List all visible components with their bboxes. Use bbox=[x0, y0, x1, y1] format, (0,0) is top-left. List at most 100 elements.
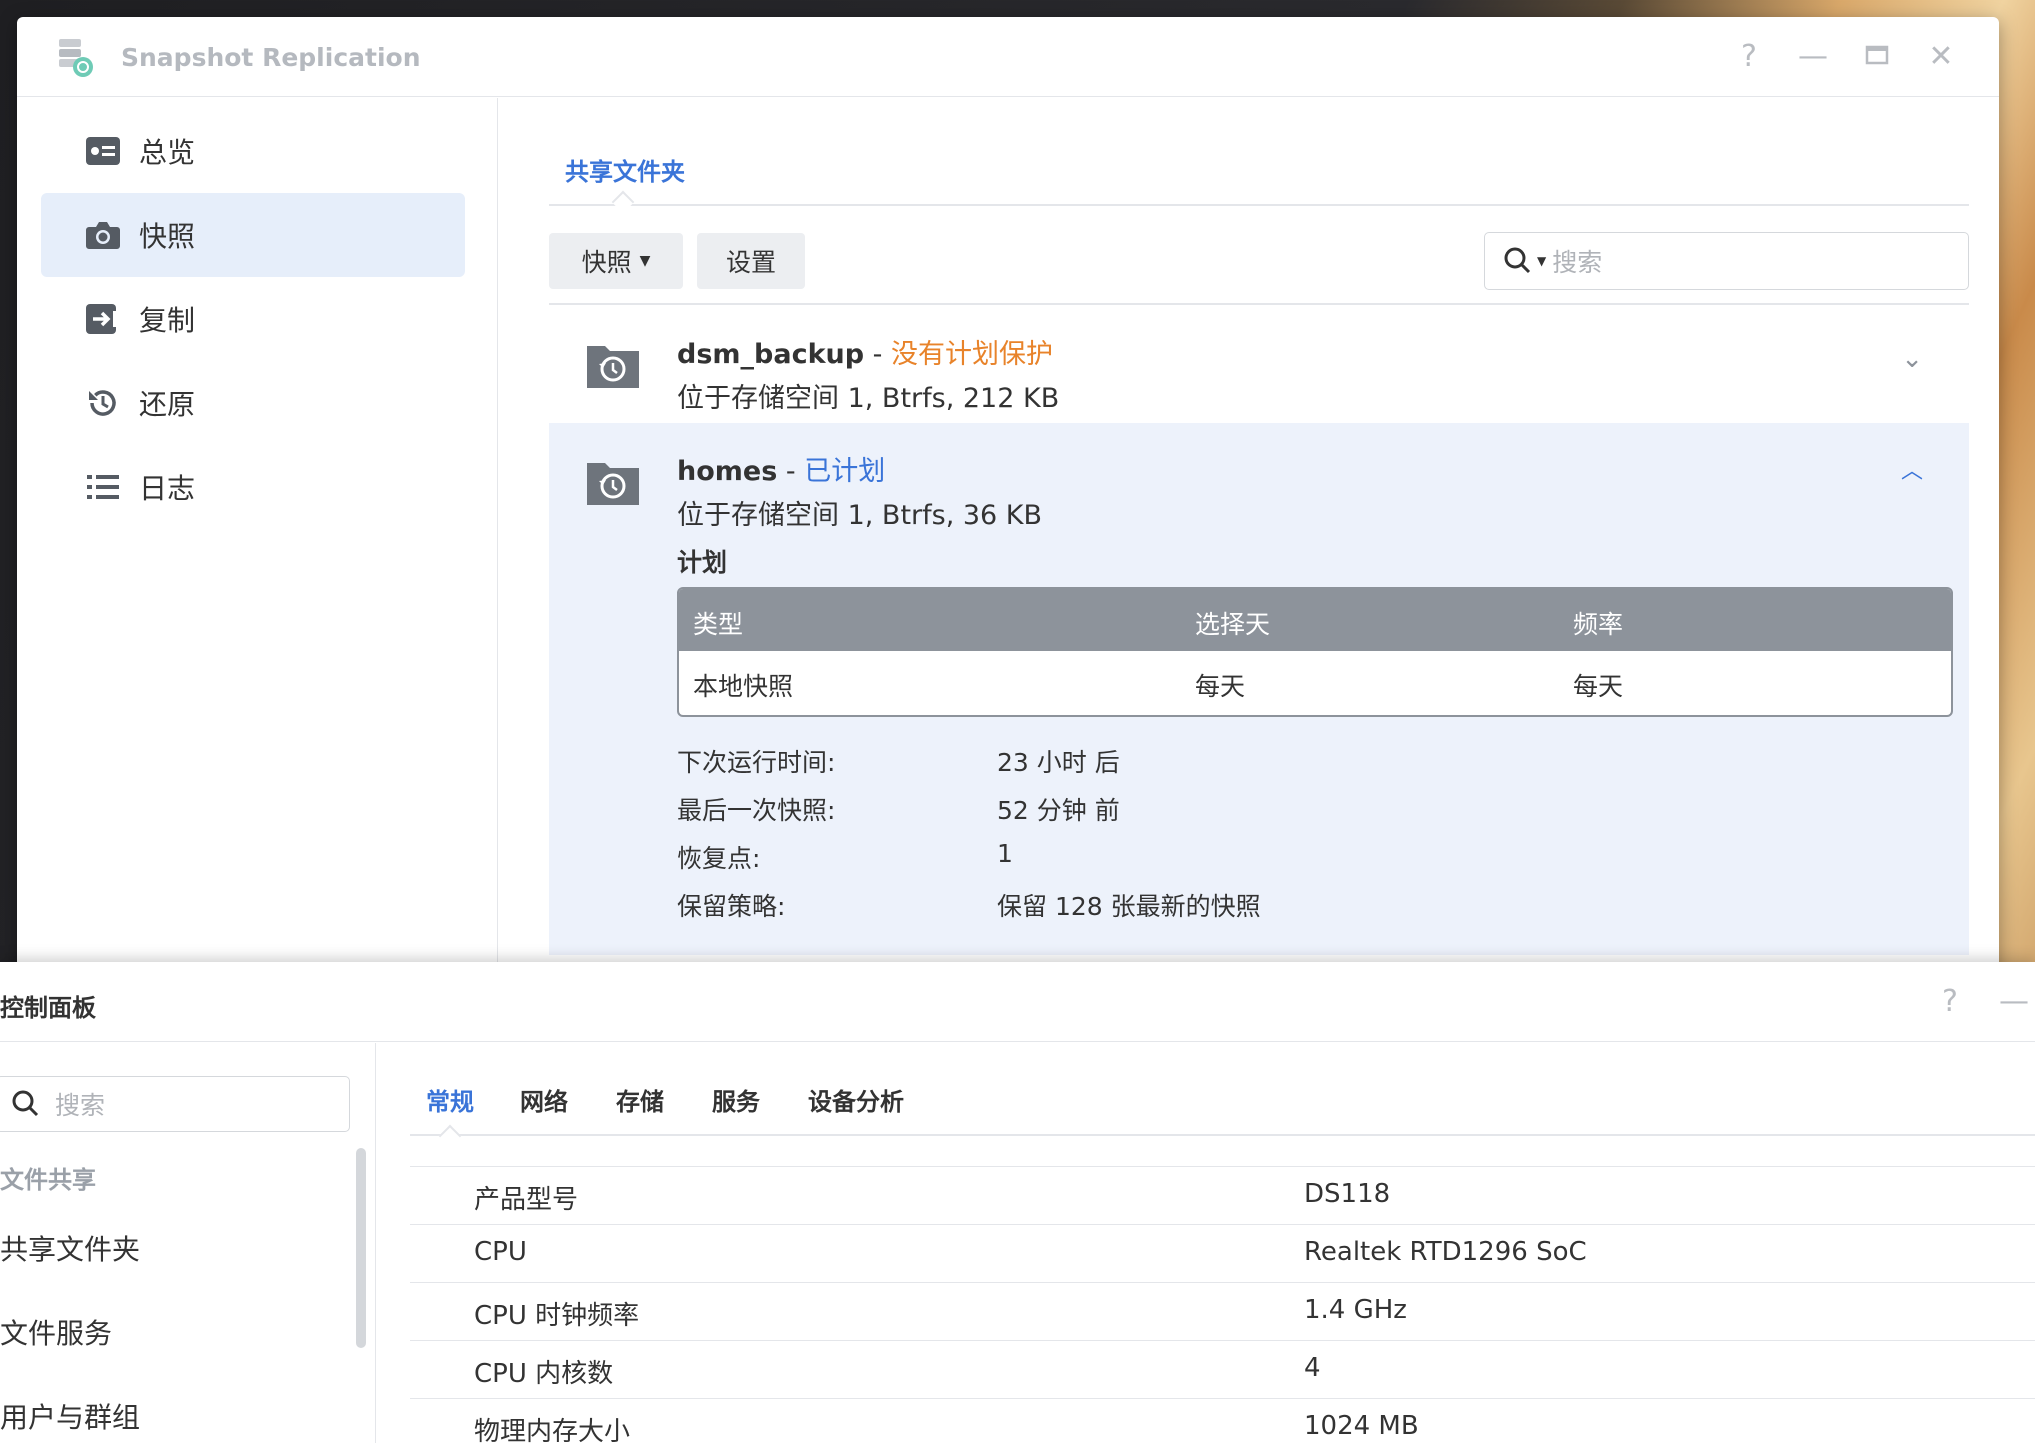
folder-snapshot-icon bbox=[587, 463, 639, 505]
settings-button-label: 设置 bbox=[725, 248, 776, 277]
search-icon bbox=[12, 1090, 39, 1117]
info-row-cpu-cores: CPU 内核数 4 bbox=[410, 1340, 2035, 1398]
sidebar-section-file-sharing: 文件共享 bbox=[0, 1166, 96, 1194]
snapshot-main-panel: 共享文件夹 快照 ▼ 设置 ▼ 搜索 dsm_backup - 没有计划保护 位… bbox=[499, 98, 1999, 1017]
info-row-memory: 物理内存大小 1024 MB bbox=[410, 1398, 2035, 1443]
detail-value: 23 小时 后 bbox=[997, 748, 1120, 777]
info-label: CPU bbox=[474, 1237, 527, 1267]
help-icon[interactable]: ? bbox=[1731, 39, 1767, 75]
tab-network[interactable]: 网络 bbox=[520, 1082, 568, 1117]
snapshot-sidebar: 总览 快照 复制 还原 日志 bbox=[17, 98, 498, 1017]
sidebar-item-file-services[interactable]: 文件服务 bbox=[0, 1312, 112, 1352]
sidebar-scrollbar[interactable] bbox=[356, 1148, 366, 1348]
window-titlebar[interactable]: Snapshot Replication ? — ✕ bbox=[17, 17, 1999, 97]
settings-button[interactable]: 设置 bbox=[697, 233, 805, 289]
window-title: 控制面板 bbox=[0, 994, 96, 1022]
column-header-type[interactable]: 类型 bbox=[693, 605, 743, 641]
close-icon[interactable]: ✕ bbox=[1923, 39, 1959, 75]
help-icon[interactable]: ? bbox=[1932, 984, 1968, 1020]
sidebar-item-label: 还原 bbox=[139, 388, 196, 421]
info-label: 物理内存大小 bbox=[474, 1417, 631, 1443]
folder-name-line: dsm_backup - 没有计划保护 bbox=[677, 332, 1053, 371]
sidebar-item-overview[interactable]: 总览 bbox=[41, 109, 465, 193]
sidebar-item-snapshot[interactable]: 快照 bbox=[41, 193, 465, 277]
info-value: DS118 bbox=[1304, 1179, 1391, 1209]
detail-label: 下次运行时间: bbox=[677, 748, 836, 777]
folder-status: 已计划 bbox=[804, 456, 886, 487]
folder-name: dsm_backup bbox=[677, 339, 865, 370]
overview-icon bbox=[83, 131, 123, 171]
info-row-model: 产品型号 DS118 bbox=[410, 1166, 2035, 1224]
minimize-icon[interactable]: — bbox=[1996, 984, 2032, 1020]
chevron-down-icon[interactable]: ⌄ bbox=[1901, 344, 1923, 374]
detail-value: 52 分钟 前 bbox=[997, 796, 1120, 825]
detail-label: 最后一次快照: bbox=[677, 796, 836, 825]
sidebar-item-users-groups[interactable]: 用户与群组 bbox=[0, 1396, 140, 1436]
sidebar-item-label: 快照 bbox=[139, 220, 196, 253]
info-value: 1024 MB bbox=[1304, 1411, 1419, 1441]
sidebar-item-label: 总览 bbox=[139, 136, 196, 169]
detail-label: 保留策略: bbox=[677, 892, 786, 921]
shared-folder-row-homes[interactable]: homes - 已计划 位于存储空间 1, Btrfs, 36 KB ︿ 计划 … bbox=[549, 423, 1969, 955]
search-icon bbox=[1504, 247, 1531, 274]
folder-name: homes bbox=[677, 456, 778, 487]
folder-status: 没有计划保护 bbox=[891, 339, 1054, 370]
sidebar-item-label: 日志 bbox=[139, 472, 196, 505]
tab-shared-folder[interactable]: 共享文件夹 bbox=[565, 152, 685, 187]
tab-strip: 共享文件夹 bbox=[549, 98, 1969, 214]
replication-icon bbox=[83, 299, 123, 339]
name-separator: - bbox=[777, 456, 805, 487]
sidebar-item-restore[interactable]: 还原 bbox=[41, 361, 465, 445]
tab-device-analytics[interactable]: 设备分析 bbox=[808, 1082, 904, 1117]
sidebar-item-log[interactable]: 日志 bbox=[41, 445, 465, 529]
tab-general[interactable]: 常规 bbox=[426, 1082, 474, 1117]
info-row-cpu: CPU Realtek RTD1296 SoC bbox=[410, 1224, 2035, 1282]
minimize-icon[interactable]: — bbox=[1795, 39, 1831, 75]
sidebar-item-replication[interactable]: 复制 bbox=[41, 277, 465, 361]
plan-table-header: 类型 选择天 频率 bbox=[679, 589, 1951, 651]
info-value: Realtek RTD1296 SoC bbox=[1304, 1237, 1587, 1267]
search-input[interactable]: ▼ 搜索 bbox=[1484, 232, 1969, 290]
shared-folder-row-dsm-backup[interactable]: dsm_backup - 没有计划保护 位于存储空间 1, Btrfs, 212… bbox=[549, 306, 1969, 422]
table-cell: 每天 bbox=[1573, 672, 1624, 701]
camera-icon bbox=[83, 215, 123, 255]
detail-value: 保留 128 张最新的快照 bbox=[997, 892, 1261, 921]
column-header-frequency[interactable]: 频率 bbox=[1573, 605, 1623, 641]
maximize-icon[interactable] bbox=[1859, 39, 1895, 75]
name-separator: - bbox=[864, 339, 892, 370]
folder-name-line: homes - 已计划 bbox=[677, 449, 885, 488]
column-header-days[interactable]: 选择天 bbox=[1195, 605, 1270, 641]
table-cell: 本地快照 bbox=[693, 672, 794, 701]
info-value: 4 bbox=[1304, 1353, 1321, 1383]
detail-label: 恢复点: bbox=[677, 844, 761, 873]
tab-storage[interactable]: 存储 bbox=[616, 1082, 664, 1117]
search-input[interactable]: 搜索 bbox=[0, 1076, 350, 1132]
search-placeholder: 搜索 bbox=[1552, 248, 1603, 277]
chevron-up-icon[interactable]: ︿ bbox=[1901, 453, 1923, 485]
tab-services[interactable]: 服务 bbox=[712, 1082, 760, 1117]
log-list-icon bbox=[83, 467, 123, 507]
sidebar-item-shared-folder[interactable]: 共享文件夹 bbox=[0, 1228, 140, 1268]
window-titlebar[interactable]: 控制面板 ? — bbox=[0, 962, 2035, 1042]
info-label: CPU 内核数 bbox=[474, 1359, 614, 1389]
snapshot-button-label: 快照 bbox=[581, 248, 632, 277]
plan-title: 计划 bbox=[677, 548, 728, 577]
window-title: Snapshot Replication bbox=[121, 43, 421, 72]
folder-location: 位于存储空间 1, Btrfs, 36 KB bbox=[677, 500, 1043, 531]
search-options-caret-icon[interactable]: ▼ bbox=[1537, 254, 1546, 268]
folder-location: 位于存储空间 1, Btrfs, 212 KB bbox=[677, 383, 1060, 414]
caret-down-icon: ▼ bbox=[639, 253, 651, 269]
tab-indicator bbox=[611, 190, 635, 214]
info-value: 1.4 GHz bbox=[1304, 1295, 1407, 1325]
table-cell: 每天 bbox=[1195, 672, 1246, 701]
snapshot-app-icon bbox=[59, 39, 93, 77]
detail-value: 1 bbox=[997, 839, 1013, 868]
tab-indicator bbox=[438, 1124, 462, 1148]
plan-table: 类型 选择天 频率 本地快照 每天 每天 bbox=[677, 587, 1953, 717]
snapshot-dropdown-button[interactable]: 快照 ▼ bbox=[549, 233, 683, 289]
control-panel-window: 控制面板 ? — 搜索 文件共享 共享文件夹 文件服务 用户与群组 常规 网络 … bbox=[0, 962, 2035, 1443]
control-panel-tabs: 常规 网络 存储 服务 设备分析 bbox=[410, 1042, 2035, 1148]
info-row-cpu-clock: CPU 时钟频率 1.4 GHz bbox=[410, 1282, 2035, 1340]
list-divider bbox=[549, 303, 1969, 305]
sidebar-item-label: 复制 bbox=[139, 304, 196, 337]
